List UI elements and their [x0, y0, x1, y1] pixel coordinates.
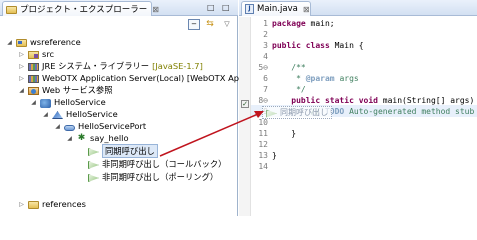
code-line[interactable]: public static void main(String[] args) {: [272, 95, 477, 106]
tree-item-label: WebOTX Application Server(Local) [WebOTX…: [42, 73, 245, 83]
expand-icon[interactable]: ◢: [30, 99, 37, 106]
line-number: 7: [263, 85, 268, 94]
tree-item-label: HelloServicePort: [78, 121, 147, 131]
tree-item-label: HelloService: [66, 109, 118, 119]
line-number: 12: [258, 140, 268, 149]
project-explorer-tab-label: プロジェクト・エクスプローラー: [20, 5, 148, 15]
code-line[interactable]: public class Main {: [272, 40, 364, 51]
java-file-icon: J: [245, 4, 254, 14]
project-icon: [16, 39, 27, 47]
project-explorer-icon: [6, 6, 17, 14]
tree-item-label: HelloService: [54, 97, 106, 107]
collapse-icon[interactable]: ▷: [18, 75, 25, 82]
tree-item-references[interactable]: ▷ references: [18, 198, 86, 210]
line-number: 4: [263, 52, 268, 61]
expand-icon[interactable]: ◢: [66, 135, 73, 142]
tree-item-async-polling[interactable]: 非同期呼び出し（ポーリング）: [88, 171, 218, 183]
expand-icon[interactable]: ◢: [42, 111, 49, 118]
tree-item-sync-call[interactable]: 同期呼び出し: [88, 144, 158, 158]
folder-icon: [28, 201, 39, 209]
code-line[interactable]: */: [272, 84, 306, 95]
close-icon[interactable]: ⊠: [152, 5, 159, 14]
source-folder-icon: [28, 51, 39, 59]
panel-tab-bar: プロジェクト・エクスプローラー ⊠ □ □: [0, 0, 238, 16]
overview-ruler: [239, 17, 251, 216]
tree-item-label: 非同期呼び出し（コールバック）: [102, 159, 227, 169]
tree-item-label: say_hello: [90, 133, 129, 143]
expand-icon[interactable]: ◢: [18, 87, 25, 94]
tree-item-label: 同期呼び出し: [102, 144, 158, 158]
drag-preview: 同期呼び出し: [262, 106, 332, 119]
library-icon: [28, 75, 39, 83]
tree-item-decoration: [JavaSE-1.7]: [152, 61, 203, 71]
editor-tab-bar: J Main.java ⊠: [239, 0, 477, 16]
code-line[interactable]: }: [272, 150, 277, 161]
tree-item-label: src: [42, 49, 55, 59]
tree-item-label: JRE システム・ライブラリー: [42, 61, 150, 71]
tree-item-label: Web サービス参照: [42, 85, 113, 95]
project-explorer-panel: プロジェクト・エクスプローラー ⊠ □ □ − ⇆ ▽ ◢ wsreferenc…: [0, 0, 244, 216]
tree-item-service[interactable]: ◢ HelloService: [30, 96, 106, 108]
tree-item-binding[interactable]: ◢ HelloService: [42, 108, 118, 120]
editor-tab-label: Main.java: [257, 4, 298, 14]
line-number: 5⊖: [258, 63, 268, 72]
collapse-icon[interactable]: ▷: [18, 63, 25, 70]
line-number: 13: [258, 151, 268, 160]
web-service-ref-icon: [28, 87, 39, 95]
tree-item-label: 非同期呼び出し（ポーリング）: [102, 172, 219, 182]
tree-item-src[interactable]: ▷ src: [18, 48, 54, 60]
line-number: 2: [263, 30, 268, 39]
tree-item-web-service-ref[interactable]: ◢ Web サービス参照: [18, 84, 113, 96]
code-line[interactable]: }: [272, 128, 296, 139]
call-icon: [88, 174, 99, 182]
code-line[interactable]: * @param args: [272, 73, 359, 84]
panel-toolbar: − ⇆ ▽: [0, 17, 238, 33]
collapse-icon[interactable]: ▷: [18, 201, 25, 208]
link-with-editor-icon[interactable]: ⇆: [204, 19, 216, 30]
line-number: 14: [258, 162, 268, 171]
call-icon: [88, 161, 99, 169]
view-menu-icon[interactable]: ▽: [221, 19, 233, 30]
tree-item-port[interactable]: ◢ HelloServicePort: [54, 120, 146, 132]
line-number: 6: [263, 74, 268, 83]
code-line[interactable]: /**: [272, 62, 305, 73]
line-number: 8⊖: [258, 96, 268, 105]
task-marker-icon[interactable]: ✓: [241, 100, 249, 108]
drag-preview-label: 同期呼び出し: [280, 108, 328, 117]
close-icon[interactable]: ⊠: [303, 5, 310, 14]
service-icon: [40, 98, 51, 108]
expand-icon[interactable]: ◢: [54, 123, 61, 130]
library-icon: [28, 63, 39, 71]
editor-tab-main-java[interactable]: J Main.java ⊠: [241, 1, 311, 16]
expand-icon[interactable]: ◢: [6, 39, 13, 46]
collapse-icon[interactable]: ▷: [18, 51, 25, 58]
line-number: 11: [258, 129, 268, 138]
port-icon: [64, 125, 75, 131]
line-number: 3: [263, 41, 268, 50]
code-line[interactable]: package main;: [272, 18, 335, 29]
tree-item-label: wsreference: [30, 37, 81, 47]
tree-item-async-callback[interactable]: 非同期呼び出し（コールバック）: [88, 158, 226, 170]
collapse-all-icon[interactable]: −: [188, 19, 200, 30]
operation-gear-icon: ✱: [77, 133, 86, 143]
project-explorer-tab[interactable]: プロジェクト・エクスプローラー ⊠: [2, 1, 159, 16]
minimize-icon[interactable]: □: [207, 3, 215, 12]
tree-item-label: references: [42, 199, 86, 209]
tree-item-webotx[interactable]: ▷ WebOTX Application Server(Local) [WebO…: [18, 72, 244, 84]
tree-item-project[interactable]: ◢ wsreference: [6, 36, 81, 48]
call-icon: [88, 148, 99, 156]
binding-icon: [52, 111, 63, 119]
java-editor[interactable]: J Main.java ⊠ 1 2 3 4 5⊖ 6 7 8⊖ 9 10 11 …: [239, 0, 477, 216]
line-number: 1: [263, 19, 268, 28]
maximize-icon[interactable]: □: [222, 3, 230, 12]
tree-item-operation[interactable]: ◢ ✱ say_hello: [66, 132, 129, 144]
tree-item-jre[interactable]: ▷ JRE システム・ライブラリー [JavaSE-1.7]: [18, 60, 203, 72]
call-icon: [266, 109, 277, 118]
